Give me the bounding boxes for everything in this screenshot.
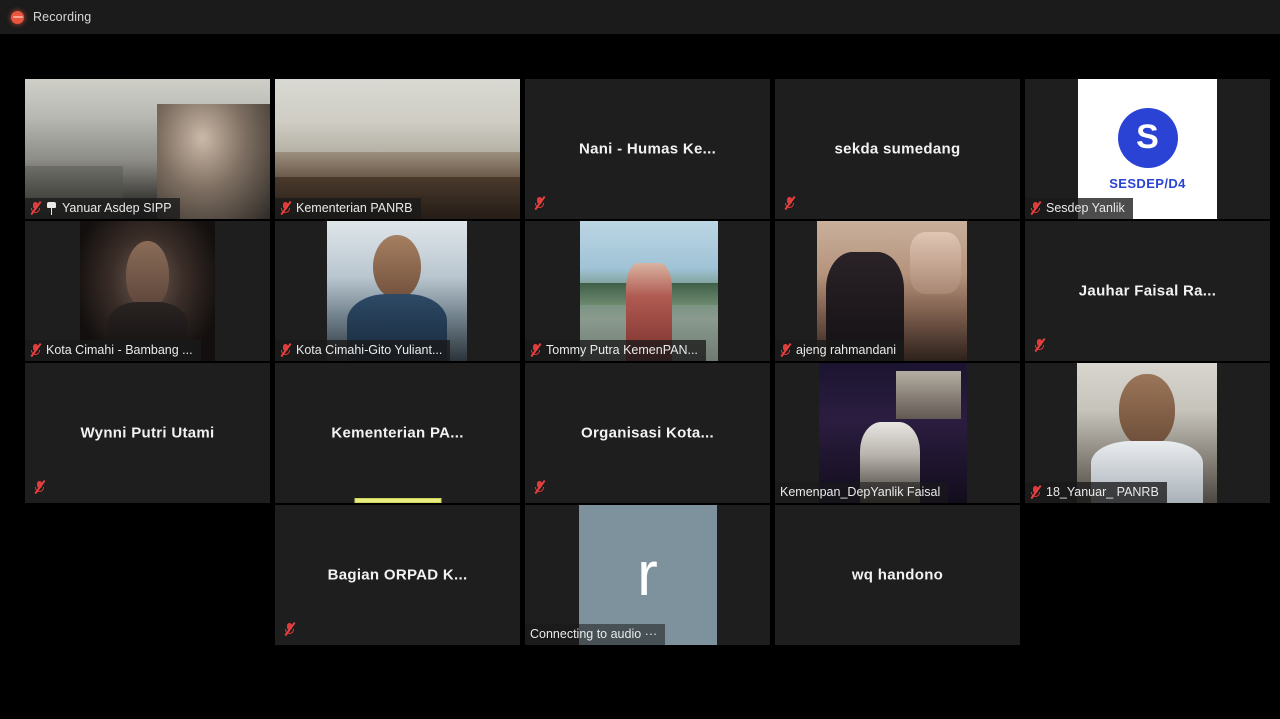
participant-name: Wynni Putri Utami [80, 424, 215, 442]
gallery-row: Wynni Putri Utami Kementerian PA... Orga… [25, 363, 1270, 503]
participant-tile[interactable]: Kementerian PA... [275, 363, 520, 503]
participant-tile[interactable]: Bagian ORPAD K... [275, 505, 520, 645]
mic-muted-icon [1030, 200, 1042, 216]
participant-name: Yanuar Asdep SIPP [62, 201, 172, 215]
participant-gallery: Yanuar Asdep SIPP Kementerian PANRB Nani… [25, 79, 1270, 645]
participant-tile[interactable]: ajeng rahmandani [775, 221, 1020, 361]
participant-tile[interactable]: 18_Yanuar_ PANRB [1025, 363, 1270, 503]
avatar-caption: SESDEP/D4 [1109, 175, 1186, 191]
gallery-row: Kota Cimahi - Bambang ... Kota Cimahi-Gi… [25, 221, 1270, 361]
participant-name-bar: Yanuar Asdep SIPP [25, 198, 180, 219]
mic-muted-icon [30, 200, 42, 216]
mic-muted-icon [1030, 484, 1042, 500]
participant-tile[interactable]: Jauhar Faisal Ra... [1025, 221, 1270, 361]
participant-name: Nani - Humas Ke... [578, 140, 717, 158]
participant-tile[interactable]: Tommy Putra KemenPAN... [525, 221, 770, 361]
participant-name-bar: Sesdep Yanlik [1025, 198, 1133, 219]
participant-tile[interactable]: wq handono [775, 505, 1020, 645]
participant-tile[interactable]: sekda sumedang [775, 79, 1020, 219]
gallery-row: Yanuar Asdep SIPP Kementerian PANRB Nani… [25, 79, 1270, 219]
participant-tile[interactable]: Kementerian PANRB [275, 79, 520, 219]
participant-name: 18_Yanuar_ PANRB [1046, 485, 1159, 499]
mic-muted-icon [30, 342, 42, 358]
participant-name-bar: Tommy Putra KemenPAN... [525, 340, 706, 361]
participant-tile[interactable]: Kota Cimahi-Gito Yuliant... [275, 221, 520, 361]
recording-bar: Recording [0, 0, 1280, 34]
mic-muted-icon [280, 342, 292, 358]
participant-name: Bagian ORPAD K... [327, 566, 468, 584]
participant-tile[interactable]: r Connecting to audio ··· [525, 505, 770, 645]
mic-muted-icon [34, 479, 46, 495]
participant-name-bar: 18_Yanuar_ PANRB [1025, 482, 1167, 503]
mic-muted-icon [280, 200, 292, 216]
participant-name: Kemenpan_DepYanlik Faisal [780, 485, 941, 499]
gallery-row: Bagian ORPAD K... r Connecting to audio … [25, 505, 1255, 645]
participant-name: Tommy Putra KemenPAN... [546, 343, 698, 357]
participant-name-bar: Kementerian PANRB [275, 198, 421, 219]
mic-muted-icon [534, 479, 546, 495]
pin-icon [46, 201, 57, 215]
avatar-letter: S [1117, 107, 1178, 168]
participant-name: sekda sumedang [834, 140, 961, 158]
participant-tile[interactable]: Wynni Putri Utami [25, 363, 270, 503]
avatar-letter: r [637, 540, 658, 609]
mic-muted-icon [1034, 337, 1046, 353]
mic-muted-icon [530, 342, 542, 358]
participant-name-bar: Kemenpan_DepYanlik Faisal [775, 482, 949, 503]
participant-name: Kementerian PANRB [296, 201, 413, 215]
recording-indicator-icon [11, 10, 24, 24]
mic-muted-icon [284, 621, 296, 637]
participant-tile[interactable]: Kota Cimahi - Bambang ... [25, 221, 270, 361]
mic-muted-icon [534, 195, 546, 211]
participant-tile[interactable]: Kemenpan_DepYanlik Faisal [775, 363, 1020, 503]
participant-name: Kota Cimahi - Bambang ... [46, 343, 193, 357]
participant-tile[interactable]: S SESDEP/D4 Sesdep Yanlik [1025, 79, 1270, 219]
participant-name: Organisasi Kota... [581, 424, 714, 442]
participant-name: Kementerian PA... [331, 424, 464, 442]
participant-name: ajeng rahmandani [796, 343, 897, 357]
participant-name-bar: Kota Cimahi - Bambang ... [25, 340, 201, 361]
participant-name: Connecting to audio ··· [530, 627, 658, 641]
mic-muted-icon [780, 342, 792, 358]
speaking-indicator [354, 498, 441, 503]
participant-tile[interactable]: Organisasi Kota... [525, 363, 770, 503]
participant-tile[interactable]: Yanuar Asdep SIPP [25, 79, 270, 219]
participant-name: wq handono [851, 566, 944, 584]
mic-muted-icon [784, 195, 796, 211]
participant-name-bar: ajeng rahmandani [775, 340, 905, 361]
participant-name: Jauhar Faisal Ra... [1078, 282, 1217, 300]
participant-name: Kota Cimahi-Gito Yuliant... [296, 343, 443, 357]
participant-tile[interactable]: Nani - Humas Ke... [525, 79, 770, 219]
participant-name-bar: Kota Cimahi-Gito Yuliant... [275, 340, 451, 361]
connecting-to-audio-status: Connecting to audio ··· [525, 624, 666, 645]
recording-label: Recording [33, 10, 92, 24]
participant-name: Sesdep Yanlik [1046, 201, 1125, 215]
